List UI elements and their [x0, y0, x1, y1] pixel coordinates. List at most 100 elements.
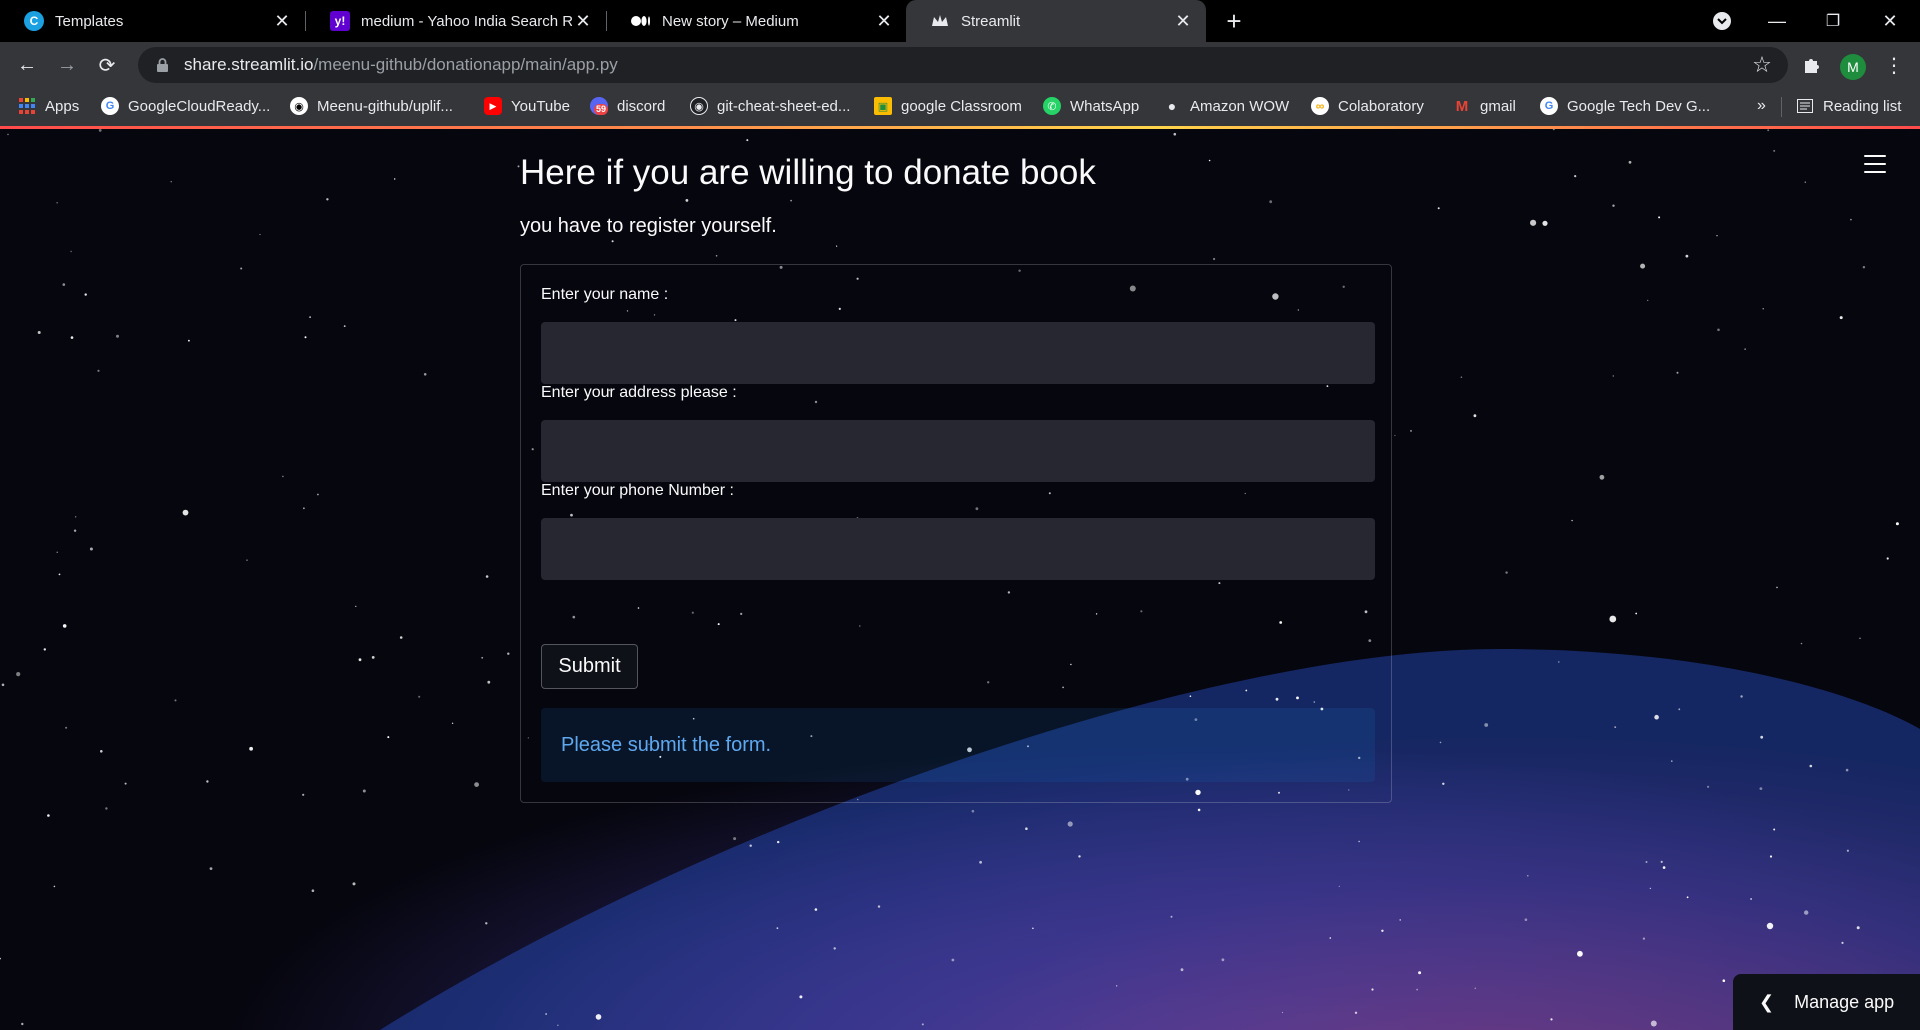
star-dot: [259, 233, 261, 236]
bookmark-git-cheat-sheet[interactable]: ◉ git-cheat-sheet-ed...: [690, 88, 850, 124]
star-dot: [399, 636, 403, 639]
star-dot: [1612, 375, 1615, 377]
bookmark-gmail[interactable]: M gmail: [1453, 88, 1516, 124]
star-dot: [1358, 840, 1360, 843]
tab-yahoo[interactable]: y! medium - Yahoo India Search Re ✕: [306, 0, 606, 42]
reading-list-button[interactable]: Reading list: [1796, 88, 1901, 124]
star-dot: [1776, 586, 1778, 589]
star-dot: [100, 750, 103, 753]
star-dot: [1170, 915, 1173, 918]
star-dot: [1574, 175, 1577, 178]
tab-streamlit[interactable]: Streamlit ✕: [906, 0, 1206, 42]
star-dot: [1650, 1020, 1657, 1027]
star-dot: [1208, 159, 1211, 162]
hamburger-menu-icon[interactable]: [1864, 155, 1886, 173]
tab-templates[interactable]: C Templates ✕: [0, 0, 305, 42]
chevron-left-icon: ❮: [1759, 991, 1775, 1012]
address-label: Enter your address please :: [541, 384, 737, 401]
star-dot: [1850, 218, 1852, 221]
star-dot: [209, 867, 213, 870]
star-dot: [451, 722, 454, 724]
star-dot: [53, 885, 56, 888]
star-dot: [56, 551, 58, 553]
bookmark-amazon-wow[interactable]: ● Amazon WOW: [1163, 88, 1289, 124]
phone-input[interactable]: [541, 518, 1375, 580]
whatsapp-icon: ✆: [1043, 97, 1061, 115]
star-dot: [1856, 926, 1860, 930]
star-dot: [1628, 160, 1632, 164]
star-dot: [1614, 726, 1617, 728]
star-dot: [309, 316, 311, 318]
bookmark-discord[interactable]: 59 discord: [590, 88, 665, 124]
bookmark-meenu-github[interactable]: ◉ Meenu-github/uplif...: [290, 88, 453, 124]
star-dot: [1722, 979, 1726, 982]
star-dot: [833, 947, 836, 950]
star-dot: [611, 240, 614, 243]
close-tab-icon[interactable]: ✕: [271, 10, 293, 32]
github-icon: ◉: [690, 97, 708, 115]
manage-app-button[interactable]: ❮ Manage app: [1733, 974, 1920, 1030]
bookmark-google-classroom[interactable]: ▣ google Classroom: [874, 88, 1022, 124]
address-input[interactable]: [541, 420, 1375, 482]
star-dot: [877, 905, 881, 908]
star-dot: [799, 995, 803, 999]
star-dot: [75, 516, 77, 518]
classroom-icon: ▣: [874, 97, 892, 115]
window-close-icon[interactable]: ✕: [1865, 0, 1915, 42]
bookmarks-overflow-button[interactable]: »: [1757, 88, 1766, 124]
star-dot: [1418, 971, 1422, 975]
avatar[interactable]: M: [1840, 54, 1866, 80]
reload-icon[interactable]: ⟳: [90, 48, 124, 82]
star-dot: [1213, 257, 1216, 261]
bookmark-whatsapp[interactable]: ✆ WhatsApp: [1043, 88, 1139, 124]
name-label: Enter your name :: [541, 286, 669, 303]
star-dot: [311, 889, 315, 892]
restore-icon[interactable]: ❐: [1808, 0, 1858, 42]
star-dot: [97, 369, 100, 372]
bookmark-star-icon[interactable]: ☆: [1745, 48, 1779, 82]
star-dot: [1442, 782, 1445, 785]
minimize-icon[interactable]: —: [1752, 0, 1802, 42]
forward-arrow-icon[interactable]: →: [50, 48, 84, 82]
tab-title: Templates: [55, 12, 124, 30]
star-dot: [1645, 861, 1648, 863]
star-dot: [1599, 474, 1605, 480]
star-dot: [545, 1013, 547, 1015]
star-dot: [423, 373, 427, 376]
close-tab-icon[interactable]: ✕: [1172, 10, 1194, 32]
bookmark-label: WhatsApp: [1070, 97, 1140, 115]
close-tab-icon[interactable]: ✕: [873, 10, 895, 32]
star-dot: [371, 656, 375, 659]
star-dot: [1760, 735, 1764, 739]
star-dot: [62, 624, 67, 628]
tab-title: Streamlit: [961, 12, 1021, 30]
close-tab-icon[interactable]: ✕: [572, 10, 594, 32]
address-bar[interactable]: share.streamlit.io/meenu-github/donation…: [138, 47, 1788, 83]
tab-search-icon[interactable]: [1697, 0, 1747, 42]
bookmark-googlecloudready[interactable]: G GoogleCloudReady...: [101, 88, 270, 124]
star-dot: [62, 283, 66, 286]
bookmark-apps[interactable]: Apps: [18, 88, 79, 124]
kebab-menu-icon[interactable]: ⋮: [1877, 48, 1911, 82]
star-dot: [70, 250, 72, 253]
new-tab-button[interactable]: +: [1209, 0, 1259, 42]
bookmark-google-tech-dev[interactable]: G Google Tech Dev G...: [1540, 88, 1710, 124]
url-host: share.streamlit.io: [184, 55, 314, 74]
back-arrow-icon[interactable]: ←: [10, 48, 44, 82]
bookmark-youtube[interactable]: ▶ YouTube: [484, 88, 570, 124]
star-dot: [1804, 910, 1809, 915]
extensions-puzzle-icon[interactable]: [1795, 48, 1829, 82]
submit-button[interactable]: Submit: [541, 644, 638, 689]
page-title: Here if you are willing to donate book: [520, 153, 1096, 192]
donation-form: Enter your name : Enter your address ple…: [520, 264, 1392, 803]
bookmark-colaboratory[interactable]: ∞ Colaboratory: [1311, 88, 1424, 124]
bookmark-label: git-cheat-sheet-ed...: [717, 97, 851, 115]
star-dot: [685, 199, 689, 202]
youtube-icon: ▶: [484, 97, 502, 115]
tab-medium[interactable]: New story – Medium ✕: [607, 0, 907, 42]
name-input[interactable]: [541, 322, 1375, 384]
star-dot: [58, 573, 61, 576]
star-dot: [1437, 207, 1440, 210]
star-dot: [89, 547, 93, 551]
star-dot: [47, 814, 50, 817]
